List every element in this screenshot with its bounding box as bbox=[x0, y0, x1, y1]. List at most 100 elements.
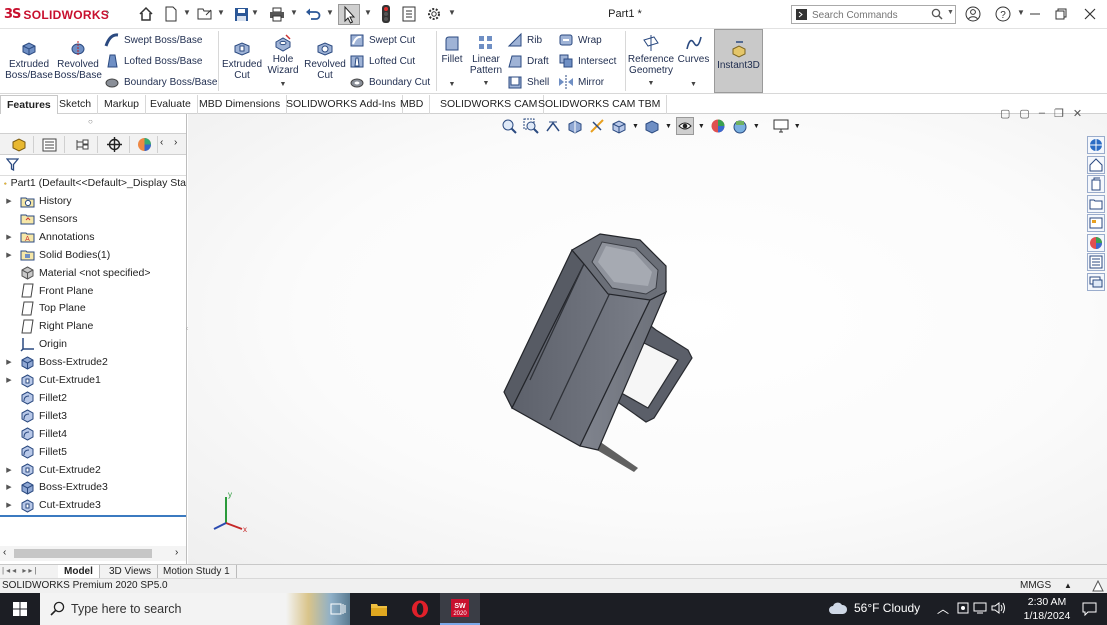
fillet-button[interactable]: Fillet ▼ bbox=[438, 34, 466, 90]
view-settings-icon[interactable] bbox=[772, 117, 790, 135]
open-icon[interactable] bbox=[196, 5, 214, 23]
configuration-manager-tab-icon[interactable] bbox=[68, 136, 98, 153]
instant3d-button[interactable]: Instant3D bbox=[714, 29, 763, 93]
weather-text[interactable]: 56°F Cloudy bbox=[854, 601, 920, 615]
tree-item[interactable]: Right Plane bbox=[0, 317, 186, 335]
extruded-boss-button[interactable]: Extruded Boss/Base bbox=[3, 39, 55, 81]
solidworks-taskbar-icon[interactable]: SW 2020 bbox=[440, 593, 480, 625]
tab-mbd[interactable]: MBD bbox=[394, 95, 431, 114]
tab-solidworks-cam-tbm[interactable]: SOLIDWORKS CAM TBM bbox=[532, 95, 668, 114]
search-icon[interactable] bbox=[931, 8, 943, 23]
tab-model[interactable]: Model bbox=[58, 565, 100, 579]
windows-start-icon[interactable] bbox=[0, 593, 40, 625]
part-model[interactable] bbox=[488, 232, 708, 482]
tray-volume-icon[interactable] bbox=[991, 601, 1006, 618]
draft-button[interactable]: Draft bbox=[507, 53, 549, 69]
scroll-thumb[interactable] bbox=[14, 549, 152, 558]
curves-button[interactable]: Curves ▼ bbox=[677, 34, 710, 90]
display-manager-tab-icon[interactable] bbox=[132, 136, 158, 153]
tree-item[interactable]: ▶ A Annotations bbox=[0, 228, 186, 246]
wrap-button[interactable]: Wrap bbox=[558, 32, 602, 48]
swept-boss-button[interactable]: Swept Boss/Base bbox=[104, 32, 202, 48]
print-dropdown-icon[interactable]: ▼ bbox=[290, 8, 298, 17]
hole-wizard-button[interactable]: Hole Wizard ▼ bbox=[264, 34, 302, 90]
display-style-icon[interactable] bbox=[643, 117, 661, 135]
open-dropdown-icon[interactable]: ▼ bbox=[217, 8, 225, 17]
apply-scene-dropdown-icon[interactable]: ▼ bbox=[753, 123, 760, 130]
file-properties-icon[interactable] bbox=[400, 5, 418, 23]
new-document-icon[interactable] bbox=[162, 5, 180, 23]
dimxpert-manager-tab-icon[interactable] bbox=[100, 136, 130, 153]
weather-cloud-icon[interactable] bbox=[828, 601, 848, 618]
tab-sketch[interactable]: Sketch bbox=[53, 95, 99, 114]
panel-tabs-right-arrow-icon[interactable]: › bbox=[174, 137, 177, 148]
zoom-to-fit-icon[interactable] bbox=[500, 117, 518, 135]
scroll-right-arrow-icon[interactable]: › bbox=[175, 547, 178, 558]
hide-show-dropdown-icon[interactable]: ▼ bbox=[698, 123, 705, 130]
view-palette-folder-icon[interactable] bbox=[1087, 194, 1105, 213]
tree-item[interactable]: ▶ Boss-Extrude2 bbox=[0, 353, 186, 371]
view-settings-dropdown-icon[interactable]: ▼ bbox=[794, 123, 801, 130]
tree-item[interactable]: Sensors bbox=[0, 210, 186, 228]
minimize-icon[interactable] bbox=[1024, 5, 1046, 23]
tree-item[interactable]: Origin bbox=[0, 335, 186, 353]
options-gear-icon[interactable] bbox=[425, 5, 443, 23]
design-library-icon[interactable] bbox=[1087, 155, 1105, 174]
save-dropdown-icon[interactable]: ▼ bbox=[251, 8, 259, 17]
apply-scene-icon[interactable] bbox=[731, 117, 749, 135]
search-commands-box[interactable]: ▼ bbox=[791, 5, 956, 24]
options-dropdown-icon[interactable]: ▼ bbox=[448, 8, 456, 17]
hole-wizard-dropdown-icon[interactable]: ▼ bbox=[280, 79, 287, 90]
curves-dropdown-icon[interactable]: ▼ bbox=[690, 79, 697, 90]
taskbar-search-box[interactable]: Type here to search bbox=[40, 593, 350, 625]
expand-arrow-icon[interactable]: ▶ bbox=[3, 483, 15, 491]
previous-view-icon[interactable] bbox=[544, 117, 562, 135]
property-manager-tab-icon[interactable] bbox=[35, 136, 65, 153]
expand-arrow-icon[interactable]: ▶ bbox=[3, 233, 15, 241]
tree-item[interactable]: ▶ Boss-Extrude3 bbox=[0, 478, 186, 496]
zoom-to-area-icon[interactable] bbox=[522, 117, 540, 135]
select-button[interactable] bbox=[338, 4, 360, 25]
tree-item[interactable]: ▶ Solid Bodies(1) bbox=[0, 246, 186, 264]
task-view-icon[interactable] bbox=[318, 593, 358, 625]
linear-pattern-button[interactable]: Linear Pattern ▼ bbox=[468, 34, 504, 89]
linear-pattern-dropdown-icon[interactable]: ▼ bbox=[483, 78, 490, 89]
tray-app-icon[interactable] bbox=[957, 601, 969, 618]
viewport-minimize-icon[interactable]: – bbox=[1039, 107, 1045, 120]
shell-button[interactable]: Shell bbox=[507, 74, 549, 90]
swept-cut-button[interactable]: Swept Cut bbox=[349, 32, 415, 48]
tree-root-part[interactable]: Part1 (Default<<Default>_Display Sta bbox=[0, 174, 186, 192]
traffic-light-icon[interactable] bbox=[377, 5, 395, 23]
restore-icon[interactable] bbox=[1050, 5, 1072, 23]
tree-item[interactable]: Material <not specified> bbox=[0, 264, 186, 282]
extruded-cut-button[interactable]: Extruded Cut bbox=[220, 39, 264, 81]
help-icon[interactable]: ? bbox=[992, 5, 1014, 23]
close-icon[interactable] bbox=[1079, 5, 1101, 23]
tab-solidworks-add-ins[interactable]: SOLIDWORKS Add-Ins bbox=[280, 95, 403, 114]
file-explorer-taskbar-icon[interactable] bbox=[359, 593, 399, 625]
select-dropdown-icon[interactable]: ▼ bbox=[364, 8, 372, 17]
tab-motion-study[interactable]: Motion Study 1 bbox=[157, 565, 237, 579]
tree-item[interactable]: ▶ History bbox=[0, 192, 186, 210]
user-icon[interactable] bbox=[962, 5, 984, 23]
expand-arrow-icon[interactable]: ▶ bbox=[3, 466, 15, 474]
section-view-icon[interactable] bbox=[566, 117, 584, 135]
taskbar-time[interactable]: 2:30 AM bbox=[1017, 596, 1077, 608]
solidworks-resources-icon[interactable] bbox=[1087, 136, 1105, 154]
tab-mbd-dimensions[interactable]: MBD Dimensions bbox=[193, 95, 288, 114]
fillet-dropdown-icon[interactable]: ▼ bbox=[449, 79, 456, 90]
boundary-cut-button[interactable]: Boundary Cut bbox=[349, 74, 430, 90]
hide-show-items-icon[interactable] bbox=[675, 117, 694, 135]
tree-item[interactable]: Fillet5 bbox=[0, 443, 186, 461]
edit-appearance-icon[interactable] bbox=[709, 117, 727, 135]
revolved-boss-button[interactable]: Revolved Boss/Base bbox=[54, 39, 102, 81]
solidworks-logo[interactable]: 3S SOLIDWORKS bbox=[4, 6, 109, 23]
dynamic-annotation-icon[interactable] bbox=[588, 117, 606, 135]
rollback-bar[interactable] bbox=[0, 515, 186, 517]
expand-arrow-icon[interactable]: ▶ bbox=[3, 501, 15, 509]
tree-item[interactable]: ▶ Cut-Extrude3 bbox=[0, 496, 186, 514]
scroll-left-arrow-icon[interactable]: ‹ bbox=[3, 547, 6, 558]
view-palette-icon[interactable] bbox=[1087, 214, 1105, 232]
forum-icon[interactable] bbox=[1087, 272, 1105, 291]
feature-manager-tab-icon[interactable] bbox=[4, 136, 34, 153]
